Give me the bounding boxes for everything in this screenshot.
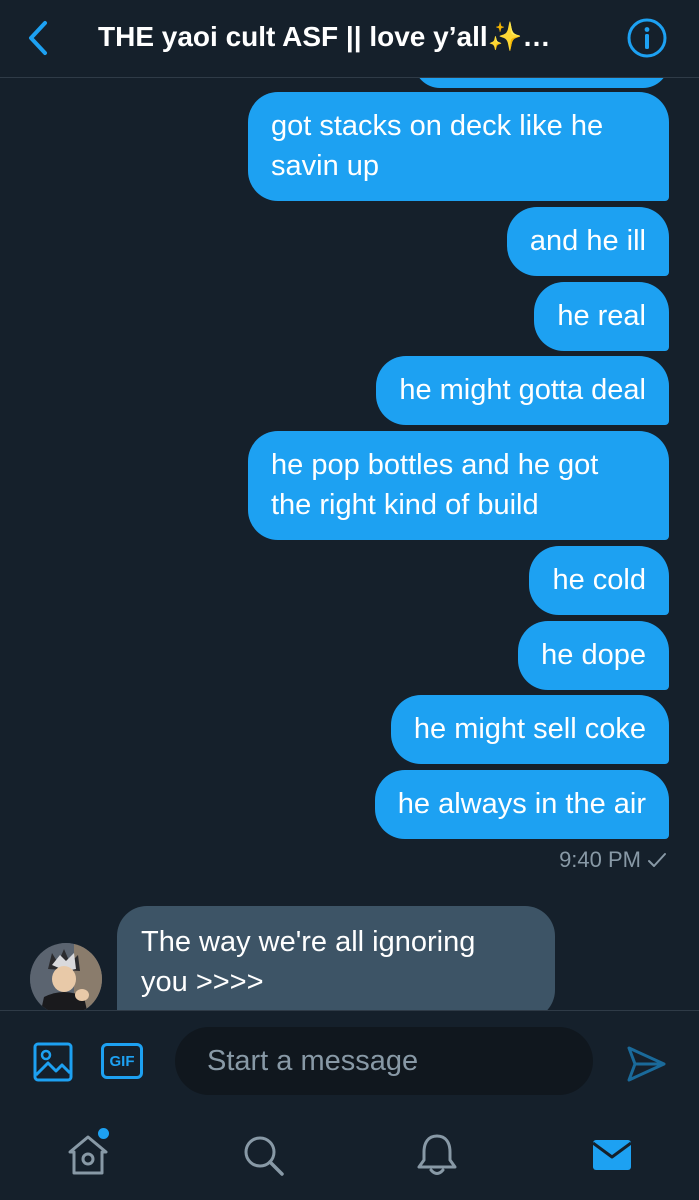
message-text-line: he might sell coke [413, 713, 646, 745]
add-photo-button[interactable] [32, 1041, 74, 1083]
back-button[interactable] [22, 18, 54, 58]
conversation-header: THE yaoi cult ASF || love y’all✨… [0, 0, 699, 78]
message-composer: GIF [0, 1010, 699, 1110]
conversation-title[interactable]: THE yaoi cult ASF || love y’all✨… [98, 20, 618, 53]
avatar-image [30, 943, 102, 1010]
checkmark-icon [648, 853, 666, 867]
send-button[interactable] [625, 1043, 667, 1085]
message-timestamp: 9:40 PM [559, 847, 667, 873]
incoming-message[interactable]: The way we're all ignoring you >>>> [117, 906, 555, 1010]
outgoing-message[interactable]: he might sell coke [390, 695, 669, 764]
message-text-line: he might gotta deal [399, 374, 646, 406]
search-icon [244, 1136, 284, 1176]
message-input[interactable] [175, 1027, 593, 1095]
message-thread[interactable]: got stacks on deck like he savin up and … [0, 78, 699, 1010]
home-notification-dot [98, 1128, 109, 1139]
message-text-line: The way we're all ignoring [141, 926, 476, 958]
info-icon [627, 18, 667, 58]
outgoing-message[interactable]: he real [534, 282, 669, 351]
tab-messages[interactable] [589, 1132, 635, 1178]
bottom-tab-bar [0, 1110, 699, 1200]
message-text-line: the right kind of build [271, 489, 539, 521]
message-text-line: savin up [271, 150, 380, 182]
outgoing-message[interactable]: he might gotta deal [376, 356, 669, 425]
tab-notifications[interactable] [414, 1132, 460, 1178]
chevron-left-icon [29, 21, 47, 55]
outgoing-message[interactable]: he always in the air [374, 770, 669, 839]
gif-button[interactable]: GIF [101, 1043, 143, 1079]
timestamp-text: 9:40 PM [559, 847, 641, 872]
outgoing-message[interactable]: he dope [518, 621, 669, 690]
message-text-line: he cold [552, 564, 646, 596]
message-text-line: he real [557, 300, 646, 332]
image-icon [33, 1042, 73, 1082]
message-text-line: he always in the air [397, 788, 646, 820]
conversation-info-button[interactable] [626, 17, 668, 59]
outgoing-message[interactable]: he pop bottles and he got the right kind… [248, 431, 669, 540]
message-bubble-partial[interactable] [414, 78, 669, 88]
outgoing-message[interactable]: he cold [529, 546, 669, 615]
message-text-line: you >>>> [141, 966, 264, 998]
bell-icon [417, 1134, 457, 1175]
message-text-line: he dope [541, 639, 646, 671]
mail-icon [592, 1140, 632, 1170]
tab-search[interactable] [240, 1132, 286, 1178]
message-text-line: and he ill [529, 225, 646, 257]
outgoing-message[interactable]: got stacks on deck like he savin up [248, 92, 669, 201]
send-icon [627, 1046, 666, 1082]
message-text-line: got stacks on deck like he [271, 110, 604, 142]
message-text-line: he pop bottles and he got [271, 449, 599, 481]
avatar[interactable] [30, 943, 102, 1010]
outgoing-message[interactable]: and he ill [506, 207, 669, 276]
